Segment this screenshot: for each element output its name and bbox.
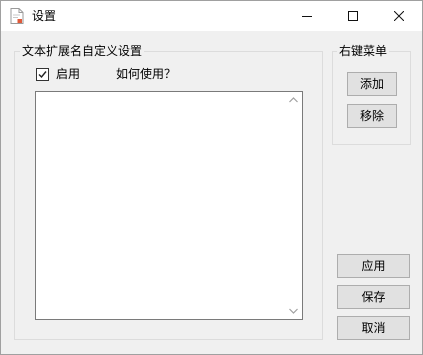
maximize-icon [348,11,358,21]
save-button[interactable]: 保存 [337,285,410,309]
apply-button[interactable]: 应用 [337,254,410,278]
how-to-use-link[interactable]: 如何使用？ [116,67,176,81]
maximize-button[interactable] [330,1,376,31]
scroll-down-arrow-icon[interactable] [289,308,298,314]
title-bar[interactable]: 设置 [1,1,422,31]
context-menu-group-title: 右键菜单 [337,44,390,58]
extension-textarea[interactable] [35,91,303,320]
textarea-scrollbar[interactable] [285,92,302,319]
scroll-up-arrow-icon[interactable] [289,97,298,103]
close-icon [394,11,404,21]
extension-settings-group-title: 文本扩展名自定义设置 [20,44,145,58]
enable-checkbox-label[interactable]: 启用 [56,67,80,81]
minimize-icon [302,16,312,17]
context-menu-group [332,51,411,145]
cancel-button[interactable]: 取消 [337,316,410,340]
add-button[interactable]: 添加 [347,72,397,96]
window-title: 设置 [32,9,57,23]
settings-window: 设置 文本扩展名自定义设置 启用 如何使用？ 右键菜单 添加 移除 应用 保存 … [0,0,423,355]
app-document-icon [10,8,24,24]
remove-button[interactable]: 移除 [347,104,397,128]
enable-checkbox[interactable] [36,68,49,81]
minimize-button[interactable] [284,1,330,31]
close-button[interactable] [376,1,422,31]
checkmark-icon [38,71,47,79]
